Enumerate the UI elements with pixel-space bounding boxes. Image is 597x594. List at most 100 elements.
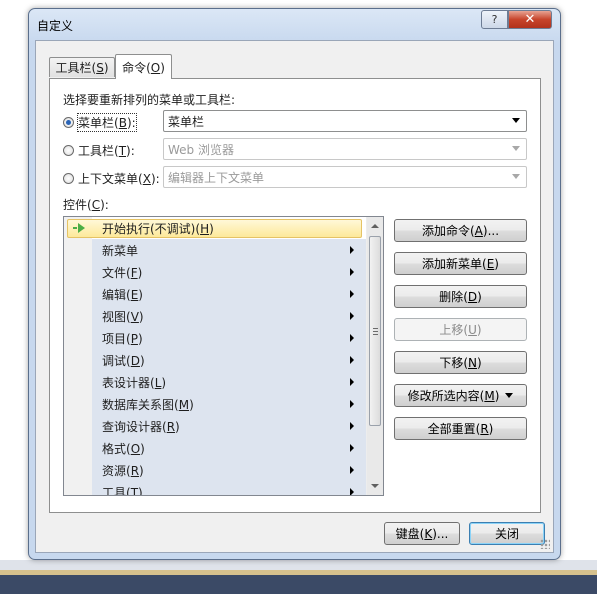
context-menu-select[interactable]: 编辑器上下文菜单 <box>163 166 527 188</box>
dialog-title: 自定义 <box>37 19 74 33</box>
tab-toolbars[interactable]: 工具栏(S) <box>49 57 115 77</box>
reset-all-button[interactable]: 全部重置(R) <box>394 417 527 440</box>
list-item-key: O <box>130 441 141 456</box>
keyboard-suffix: ... <box>436 526 449 541</box>
radio-dot-icon[interactable] <box>63 173 74 184</box>
radio-dot-icon[interactable] <box>63 117 74 128</box>
move-down-key: N <box>468 355 477 370</box>
list-item-key: P <box>130 331 138 346</box>
list-item-label: 查询设计器(R) <box>102 419 180 434</box>
move-up-key: U <box>468 322 477 337</box>
list-item-text: 文件 <box>102 265 127 280</box>
add-command-key: A <box>474 223 483 238</box>
controls-listbox[interactable]: 开始执行(不调试)(H) 新菜单文件(F) 编辑(E) 视图(V) 项目(P) 调试(D)… <box>63 216 384 496</box>
close-button[interactable]: 关闭 <box>469 522 545 545</box>
radio-dot-icon[interactable] <box>63 145 74 156</box>
list-item-label: 调试(D) <box>102 353 145 368</box>
help-button[interactable]: ? <box>481 10 508 29</box>
list-item[interactable]: 开始执行(不调试)(H) <box>64 217 366 239</box>
keyboard-button[interactable]: 键盘(K)... <box>384 522 460 545</box>
submenu-arrow-icon <box>350 422 354 430</box>
list-item-label: 数据库关系图(M) <box>102 397 194 412</box>
close-icon: ✕ <box>524 12 536 27</box>
list-item-text: 编辑 <box>102 287 127 302</box>
list-item[interactable]: 编辑(E) <box>64 283 366 305</box>
list-item-label: 资源(R) <box>102 463 144 478</box>
list-item-key: F <box>130 265 138 280</box>
list-item[interactable]: 文件(F) <box>64 261 366 283</box>
chevron-down-icon <box>512 118 520 123</box>
close-window-button[interactable]: ✕ <box>508 10 552 29</box>
modify-selection-key: M <box>484 388 495 403</box>
delete-key: D <box>467 289 478 304</box>
tab-commands[interactable]: 命令(O) <box>115 54 172 79</box>
submenu-arrow-icon <box>350 488 354 495</box>
move-down-button[interactable]: 下移(N) <box>394 351 527 374</box>
submenu-arrow-icon <box>350 378 354 386</box>
dialog-client-area: 工具栏(S) 命令(O) 选择要重新排列的菜单或工具栏: 菜单栏(B): 菜单栏… <box>35 40 554 553</box>
customize-dialog: 自定义 ? ✕ 工具栏(S) 命令(O) 选择要重新排列的菜单或工具栏: 菜单栏… <box>28 8 561 560</box>
radio-toolbar[interactable]: 工具栏(T): <box>63 142 135 159</box>
list-item[interactable]: 工具(T) <box>64 481 366 496</box>
controls-label: 控件(C): <box>63 198 109 212</box>
submenu-arrow-icon <box>350 444 354 452</box>
list-item-key: R <box>166 419 176 434</box>
help-icon: ? <box>491 13 498 26</box>
submenu-arrow-icon <box>350 334 354 342</box>
submenu-arrow-icon <box>350 246 354 254</box>
modify-selection-button[interactable]: 修改所选内容(M) <box>394 384 527 407</box>
list-item-key: M <box>178 397 190 412</box>
chevron-down-icon <box>512 174 520 179</box>
list-item-label: 新菜单 <box>102 242 138 259</box>
scroll-thumb[interactable] <box>369 236 381 426</box>
reset-all-key: R <box>480 421 489 436</box>
radio-toolbar-label: 工具栏 <box>78 144 115 158</box>
add-command-suffix: ... <box>487 223 500 238</box>
controls-label-key: C <box>91 198 101 212</box>
vertical-scrollbar[interactable] <box>366 217 383 495</box>
add-new-menu-key: E <box>486 256 495 271</box>
list-item-text: 项目 <box>102 331 127 346</box>
add-new-menu-label: 添加新菜单 <box>422 257 483 271</box>
background-toolbar <box>0 575 597 594</box>
radio-context-menu[interactable]: 上下文菜单(X): <box>63 170 160 187</box>
tab-commands-key: O <box>150 60 161 75</box>
list-item-key: D <box>130 353 140 368</box>
list-item-key: E <box>130 287 139 302</box>
list-item[interactable]: 查询设计器(R) <box>64 415 366 437</box>
delete-button[interactable]: 删除(D) <box>394 285 527 308</box>
menu-bar-select[interactable]: 菜单栏 <box>163 110 527 132</box>
move-down-label: 下移 <box>439 356 464 370</box>
list-item[interactable]: 视图(V) <box>64 305 366 327</box>
submenu-arrow-icon <box>350 268 354 276</box>
resize-grip-icon[interactable] <box>540 539 550 549</box>
keyboard-label: 键盘 <box>395 527 420 541</box>
list-item-label: 工具(T) <box>102 484 143 496</box>
list-item-key: R <box>130 463 140 478</box>
list-item-text: 格式 <box>102 441 127 456</box>
add-new-menu-button[interactable]: 添加新菜单(E) <box>394 252 527 275</box>
radio-menu-bar-key: B <box>118 116 127 130</box>
list-item[interactable]: 项目(P) <box>64 327 366 349</box>
submenu-arrow-icon <box>350 290 354 298</box>
list-item[interactable]: 格式(O) <box>64 437 366 459</box>
add-command-button[interactable]: 添加命令(A)... <box>394 219 527 242</box>
list-item[interactable]: 数据库关系图(M) <box>64 393 366 415</box>
radio-menu-bar[interactable]: 菜单栏(B): <box>63 113 137 132</box>
list-item-label: 视图(V) <box>102 309 144 324</box>
list-item-label: 格式(O) <box>102 441 145 456</box>
list-item-text: 表设计器 <box>102 375 151 390</box>
scroll-up-icon[interactable] <box>371 224 379 228</box>
list-item-label: 开始执行(不调试)(H) <box>102 221 214 236</box>
list-item-key: H <box>200 221 210 236</box>
toolbar-select[interactable]: Web 浏览器 <box>163 138 527 160</box>
list-item[interactable]: 调试(D) <box>64 349 366 371</box>
scroll-down-icon[interactable] <box>371 484 379 488</box>
list-item[interactable]: 新菜单 <box>64 239 366 261</box>
move-up-button[interactable]: 上移(U) <box>394 318 527 341</box>
tab-commands-label: 命令 <box>122 60 147 75</box>
delete-label: 删除 <box>439 290 464 304</box>
list-item[interactable]: 资源(R) <box>64 459 366 481</box>
grip-icon <box>373 328 378 337</box>
list-item[interactable]: 表设计器(L) <box>64 371 366 393</box>
